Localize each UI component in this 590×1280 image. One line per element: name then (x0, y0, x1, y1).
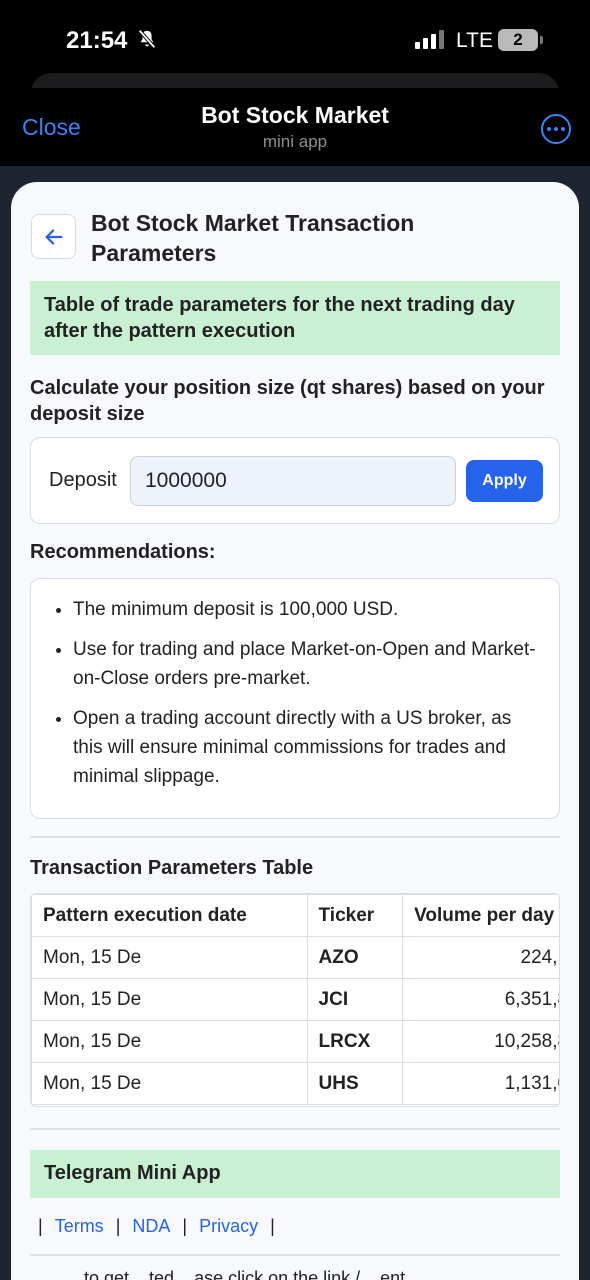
status-bar: 21:54 LTE 2 (0, 0, 590, 80)
calc-heading: Calculate your position size (qt shares)… (30, 377, 545, 425)
bell-muted-icon (138, 29, 156, 49)
signal-icon (415, 30, 444, 49)
ticker-cell: JCI (306, 978, 404, 1021)
footer-banner: Telegram Mini App (30, 1150, 560, 1198)
volume-cell: 1,131,000 (402, 1062, 559, 1105)
apply-button[interactable]: Apply (466, 460, 543, 502)
divider (30, 836, 560, 838)
table-header-row: Pattern execution date Ticker Volume per… (31, 894, 559, 937)
date-cell: Mon, 15 De (31, 1062, 308, 1105)
ticker-cell: LRCX (306, 1020, 404, 1063)
status-time: 21:54 (66, 27, 128, 54)
volume-cell: 10,258,800 (402, 1020, 559, 1063)
back-button[interactable] (31, 214, 76, 259)
list-item: Use for trading and place Market-on-Open… (73, 635, 539, 693)
deposit-form: Deposit Apply (30, 437, 560, 524)
date-cell: Mon, 15 De (31, 936, 308, 979)
table-row: Mon, 15 De LRCX 10,258,800 (31, 1020, 559, 1063)
divider (30, 1128, 560, 1130)
volume-cell: 6,351,800 (402, 978, 559, 1021)
date-cell: Mon, 15 De (31, 1020, 308, 1063)
recommendations-list: The minimum deposit is 100,000 USD. Use … (30, 578, 560, 819)
table-row: Mon, 15 De UHS 1,131,000 (31, 1062, 559, 1105)
ticker-cell: UHS (306, 1062, 404, 1105)
column-header: Ticker (306, 894, 404, 937)
column-header: Volume per day (402, 894, 559, 937)
deposit-input[interactable] (130, 456, 456, 506)
deposit-label: Deposit (49, 469, 117, 491)
volume-cell: 224,100 (402, 936, 559, 979)
table-heading: Transaction Parameters Table (30, 857, 314, 879)
table-row: Mon, 15 De JCI 6,351,800 (31, 978, 559, 1021)
app-subtitle: mini app (262, 132, 328, 151)
nda-link[interactable]: NDA (132, 1216, 170, 1237)
app-header: Close Bot Stock Market mini app (0, 88, 590, 166)
footer-links: | Terms | NDA | Privacy | (38, 1216, 275, 1237)
terms-link[interactable]: Terms (55, 1216, 104, 1237)
column-header: Pattern execution date (31, 894, 308, 937)
transaction-table: Pattern execution date Ticker Volume per… (31, 894, 559, 1105)
list-item: The minimum deposit is 100,000 USD. (73, 595, 539, 624)
divider (30, 1254, 560, 1256)
truncated-text: ...to get ...ted ...ase click on the lin… (69, 1268, 421, 1280)
main-card: Bot Stock Market Transaction Parameters … (11, 182, 579, 1280)
info-banner: Table of trade parameters for the next t… (30, 281, 560, 355)
more-options-icon[interactable] (541, 114, 571, 144)
privacy-link[interactable]: Privacy (199, 1216, 258, 1237)
battery-icon: 2 (498, 29, 543, 51)
table-row: Mon, 15 De AZO 224,100 (31, 936, 559, 979)
ticker-cell: AZO (306, 936, 404, 979)
table-scroll-container[interactable]: Pattern execution date Ticker Volume per… (30, 893, 560, 1107)
recommendations-heading: Recommendations: (30, 541, 216, 563)
page-title: Bot Stock Market Transaction Parameters (91, 210, 415, 266)
arrow-left-icon (45, 228, 62, 245)
list-item: Open a trading account directly with a U… (73, 704, 539, 791)
network-label: LTE (456, 29, 493, 52)
app-title: Bot Stock Market (201, 102, 389, 128)
date-cell: Mon, 15 De (31, 978, 308, 1021)
